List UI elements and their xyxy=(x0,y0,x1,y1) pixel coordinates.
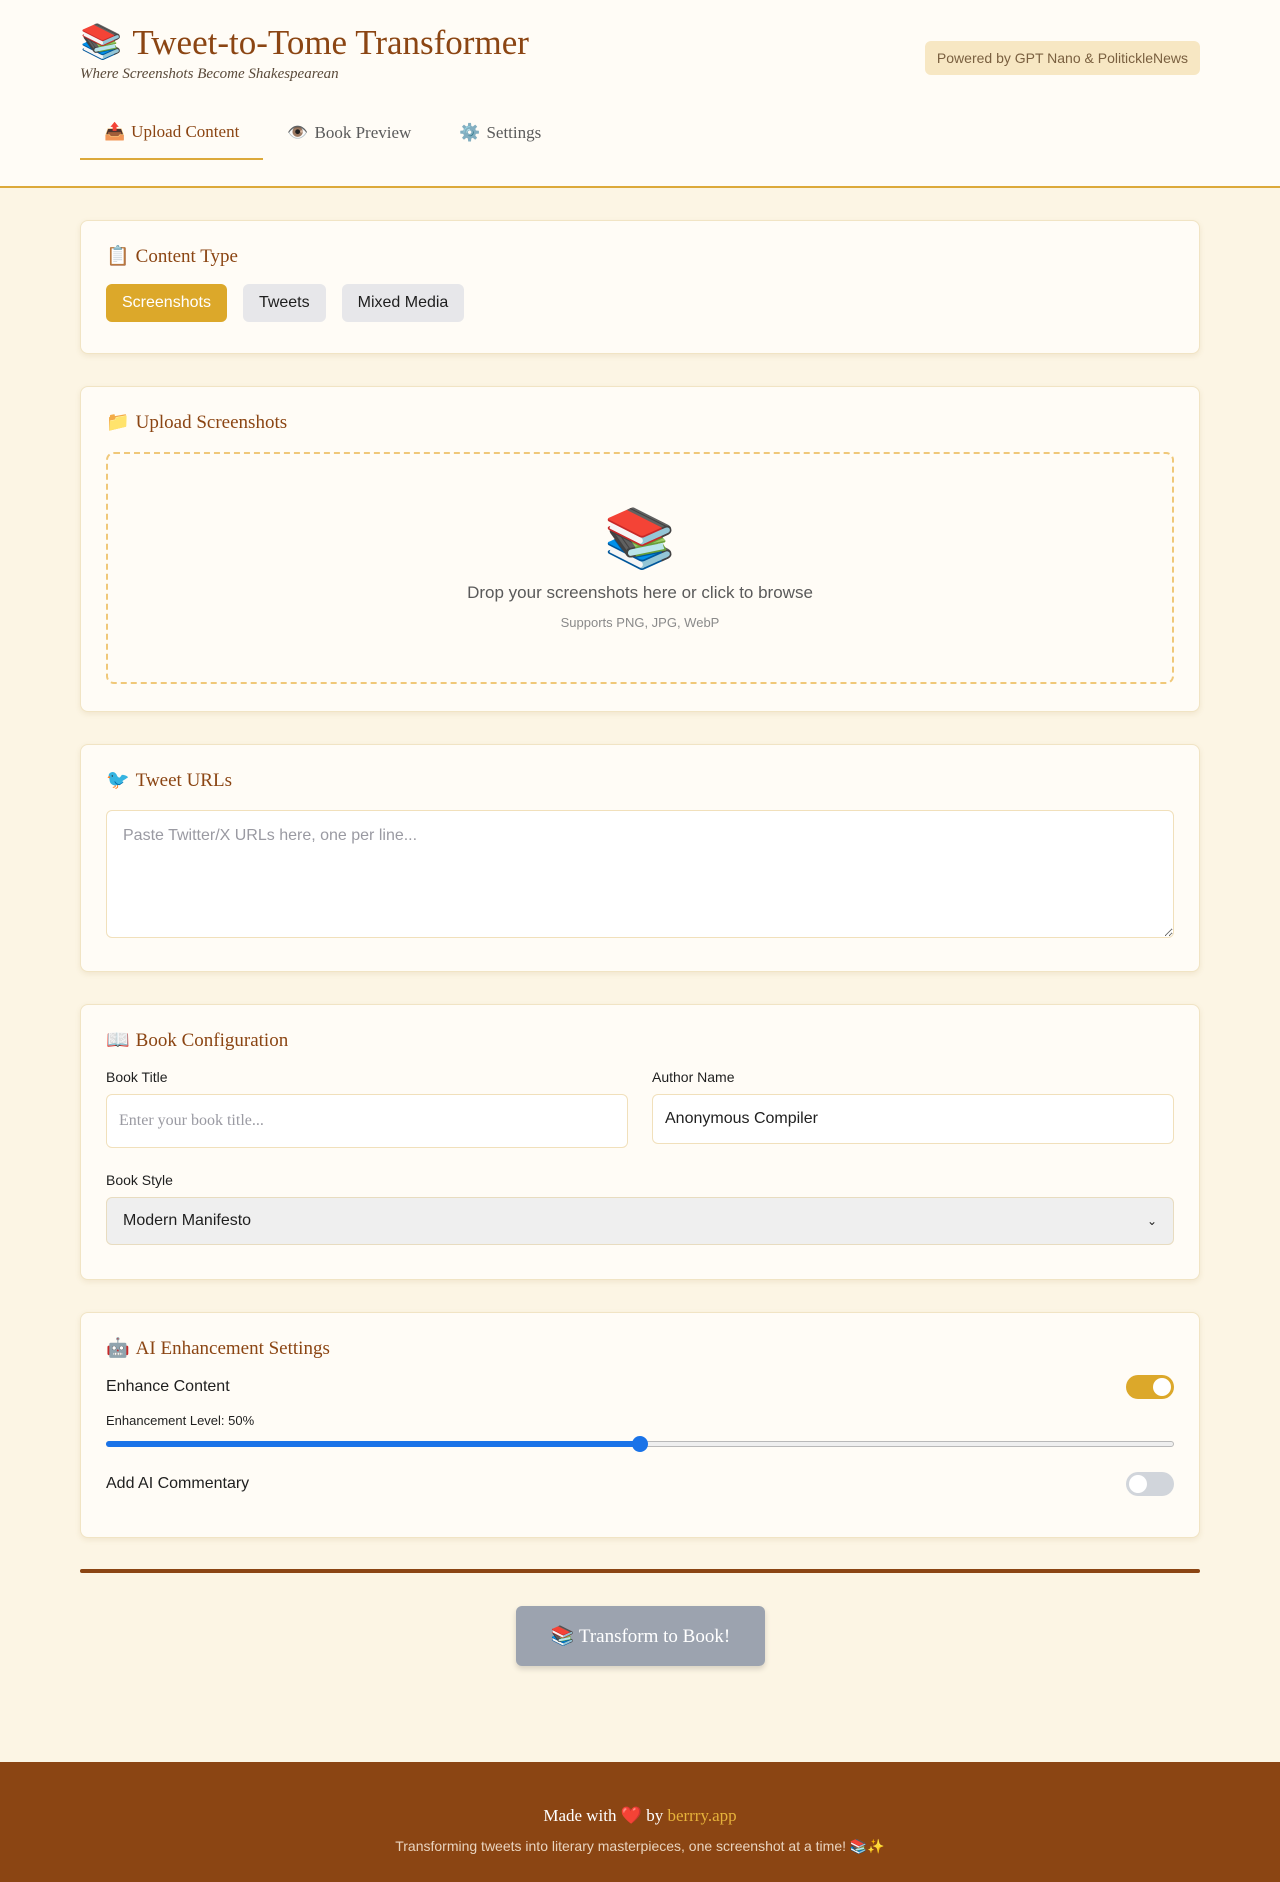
ai-commentary-toggle[interactable] xyxy=(1126,1472,1174,1496)
app-subtitle: Where Screenshots Become Shakespearean xyxy=(80,66,339,82)
tab-upload-content[interactable]: 📤 Upload Content xyxy=(80,108,264,160)
enhance-content-toggle[interactable] xyxy=(1126,1375,1174,1399)
brand: 📚 Tweet-to-Tome Transformer Where Screen… xyxy=(80,22,529,83)
card-title-text: Content Type xyxy=(135,246,238,267)
footer-tagline: Transforming tweets into literary master… xyxy=(395,1838,885,1854)
tab-label: Upload Content xyxy=(131,122,240,141)
tab-bar: 📤 Upload Content 👁️ Book Preview ⚙️ Sett… xyxy=(80,108,565,160)
outbox-icon: 📤 xyxy=(104,122,126,141)
mixed-media-button[interactable]: Mixed Media xyxy=(341,284,465,322)
content-type-options: Screenshots Tweets Mixed Media xyxy=(106,284,1174,322)
title-author-row: Book Title Author Name xyxy=(106,1069,1174,1148)
tab-label: Book Preview xyxy=(314,123,412,142)
book-style-label: Book Style xyxy=(106,1172,173,1188)
slider-fill xyxy=(106,1441,640,1447)
book-style-select[interactable]: Modern Manifesto ⌄ xyxy=(106,1197,1174,1245)
card-title-text: Tweet URLs xyxy=(135,770,232,791)
app-title: 📚 Tweet-to-Tome Transformer xyxy=(80,22,529,64)
ai-commentary-label: Add AI Commentary xyxy=(106,1475,250,1492)
author-name-label: Author Name xyxy=(652,1069,735,1085)
enhancement-level-label: Enhancement Level: 50% xyxy=(106,1413,255,1428)
bird-icon: 🐦 xyxy=(106,770,130,791)
card-title-text: Upload Screenshots xyxy=(135,412,288,433)
card-title-text: Book Configuration xyxy=(135,1030,289,1051)
slider-thumb[interactable] xyxy=(632,1436,648,1452)
app-header: 📚 Tweet-to-Tome Transformer Where Screen… xyxy=(0,0,1280,188)
tweet-urls-input[interactable] xyxy=(106,810,1174,938)
clipboard-icon: 📋 xyxy=(106,246,130,267)
book-title-group: Book Title xyxy=(106,1069,628,1148)
card-title: 📋 Content Type xyxy=(106,245,1174,269)
content-type-card: 📋 Content Type Screenshots Tweets Mixed … xyxy=(80,220,1200,354)
book-title-input[interactable] xyxy=(106,1094,628,1148)
card-title: 🤖 AI Enhancement Settings xyxy=(106,1337,1174,1361)
tab-settings[interactable]: ⚙️ Settings xyxy=(435,108,565,160)
author-name-group: Author Name xyxy=(652,1069,1174,1148)
berrry-link[interactable]: berrry.app xyxy=(667,1806,736,1825)
card-title-text: AI Enhancement Settings xyxy=(135,1338,330,1359)
eye-icon: 👁️ xyxy=(287,123,309,142)
toggle-knob xyxy=(1153,1378,1171,1396)
book-style-value: Modern Manifesto xyxy=(123,1212,252,1229)
transform-to-book-button[interactable]: 📚 Transform to Book! xyxy=(516,1606,765,1666)
ai-commentary-row: Add AI Commentary xyxy=(106,1472,1174,1496)
upload-card: 📁 Upload Screenshots 📚 Drop your screens… xyxy=(80,386,1200,712)
robot-icon: 🤖 xyxy=(106,1338,130,1359)
enhancement-level-slider[interactable] xyxy=(106,1434,1174,1454)
screenshots-button[interactable]: Screenshots xyxy=(106,284,227,322)
card-title: 📖 Book Configuration xyxy=(106,1029,1174,1053)
book-title-label: Book Title xyxy=(106,1069,168,1085)
open-book-icon: 📖 xyxy=(106,1030,130,1051)
ai-settings-card: 🤖 AI Enhancement Settings Enhance Conten… xyxy=(80,1312,1200,1538)
by-text: by xyxy=(646,1806,664,1825)
footer-credit: Made with ❤️ by berrry.app xyxy=(0,1806,1280,1826)
gear-icon: ⚙️ xyxy=(459,123,481,142)
books-icon: 📚 xyxy=(80,24,123,61)
footer: Made with ❤️ by berrry.app Transforming … xyxy=(0,1762,1280,1882)
heart-icon: ❤️ xyxy=(620,1806,642,1825)
chevron-down-icon: ⌄ xyxy=(1146,1214,1157,1228)
tweets-button[interactable]: Tweets xyxy=(242,284,326,322)
folder-icon: 📁 xyxy=(106,412,130,433)
card-title: 🐦 Tweet URLs xyxy=(106,769,1174,793)
tab-label: Settings xyxy=(486,123,542,142)
made-with-text: Made with xyxy=(543,1806,617,1825)
app-title-text: Tweet-to-Tome Transformer xyxy=(132,23,529,62)
dropzone-text: Drop your screenshots here or click to b… xyxy=(467,582,813,602)
toggle-knob xyxy=(1129,1475,1147,1493)
screenshot-dropzone[interactable]: 📚 Drop your screenshots here or click to… xyxy=(106,452,1174,684)
section-divider xyxy=(80,1569,1200,1573)
enhance-content-row: Enhance Content xyxy=(106,1375,1174,1399)
card-title: 📁 Upload Screenshots xyxy=(106,411,1174,435)
author-name-input[interactable] xyxy=(652,1094,1174,1144)
enhance-content-label: Enhance Content xyxy=(106,1378,230,1395)
powered-by-badge: Powered by GPT Nano & PolitickleNews xyxy=(924,41,1200,75)
dropzone-formats: Supports PNG, JPG, WebP xyxy=(560,614,720,630)
book-config-card: 📖 Book Configuration Book Title Author N… xyxy=(80,1004,1200,1280)
tab-book-preview[interactable]: 👁️ Book Preview xyxy=(263,108,435,160)
tweet-urls-card: 🐦 Tweet URLs xyxy=(80,744,1200,972)
books-icon: 📚 xyxy=(603,505,677,571)
